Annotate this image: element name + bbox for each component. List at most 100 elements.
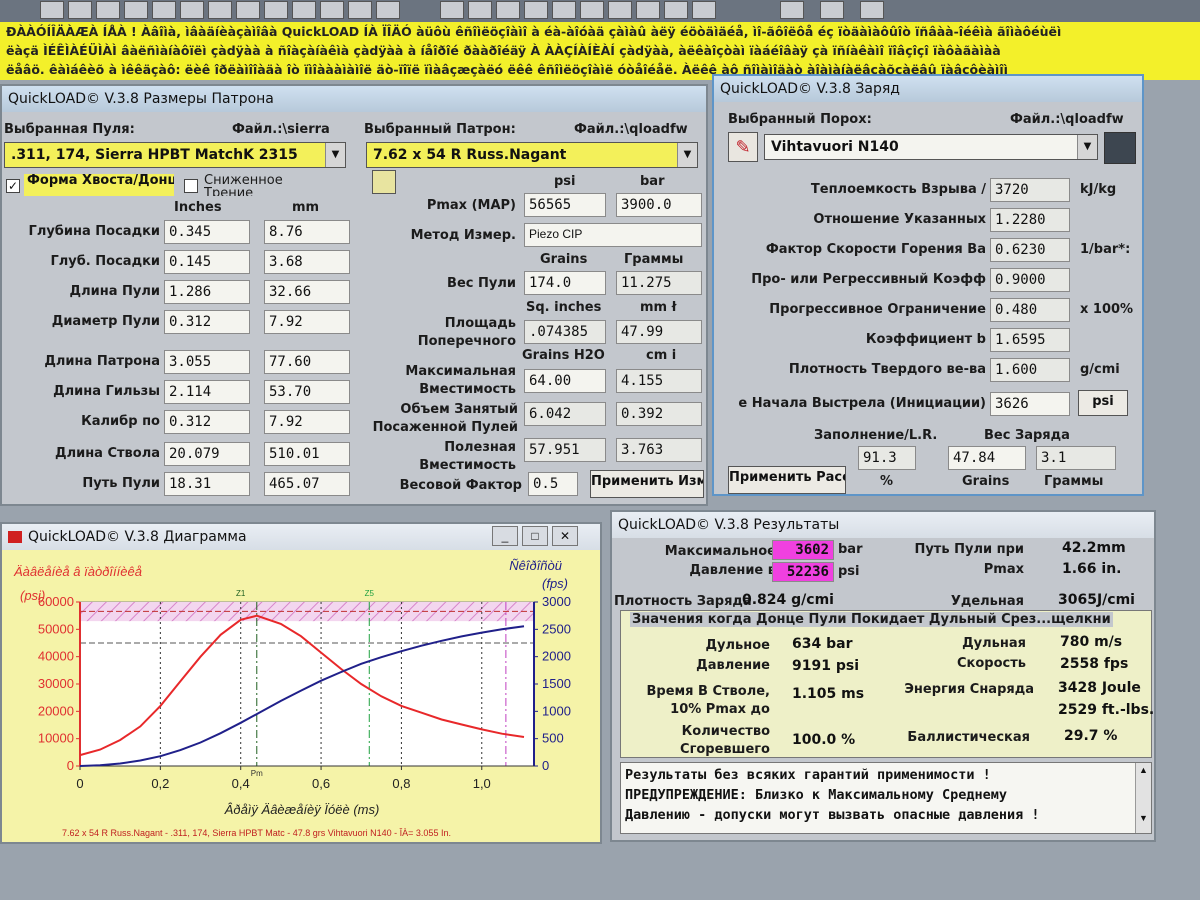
muzzle-pressure-label-2: Давление (696, 658, 770, 673)
dimension-inches-field[interactable]: 0.145 (164, 250, 250, 274)
toolbar-button[interactable] (780, 1, 804, 19)
toolbar-button[interactable] (820, 1, 844, 19)
toolbar-button[interactable] (348, 1, 372, 19)
toolbar-button[interactable] (376, 1, 400, 19)
unit-mm2: mm ł (640, 300, 677, 315)
toolbar-button[interactable] (580, 1, 604, 19)
psi-unit-button[interactable]: psi (1078, 390, 1128, 416)
useful-cm3-field: 3.763 (616, 438, 702, 462)
dimension-mm-field[interactable]: 7.92 (264, 310, 350, 334)
toolbar-button[interactable] (524, 1, 548, 19)
x-tick-label: 1,0 (473, 776, 491, 791)
close-button[interactable]: ✕ (552, 526, 578, 546)
pmax-bar-field[interactable]: 3900.0 (616, 193, 702, 217)
x-tick-label: 0,6 (312, 776, 330, 791)
maximize-button[interactable]: □ (522, 526, 548, 546)
dimension-mm-field[interactable]: 77.60 (264, 350, 350, 374)
toolbar-button[interactable] (96, 1, 120, 19)
toolbar-button[interactable] (496, 1, 520, 19)
bullet-weight-grains-field[interactable]: 174.0 (524, 271, 606, 295)
toolbar-button[interactable] (320, 1, 344, 19)
toolbar-button[interactable] (264, 1, 288, 19)
cartridge-select-value: 7.62 x 54 R Russ.Nagant (373, 147, 567, 163)
capacity-grains-field[interactable]: 64.00 (524, 369, 606, 393)
dimension-mm-field[interactable]: 3.68 (264, 250, 350, 274)
powder-select[interactable]: Vihtavuori N140 ▼ (764, 134, 1098, 160)
dimension-inches-field[interactable]: 0.345 (164, 220, 250, 244)
charge-param-field: 1.6595 (990, 328, 1070, 352)
dimension-inches-field[interactable]: 0.312 (164, 410, 250, 434)
message-scrollbar[interactable]: ▲ ▼ (1135, 763, 1151, 833)
minimize-button[interactable]: _ (492, 526, 518, 546)
dimension-mm-field[interactable]: 8.76 (264, 220, 350, 244)
load-density-label: Плотность Заряда (614, 594, 752, 609)
burnt-value: 100.0 % (792, 732, 856, 748)
toolbar-button[interactable] (552, 1, 576, 19)
toolbar-button[interactable] (40, 1, 64, 19)
message-line: ПРЕДУПРЕЖДЕНИЕ: Близко к Максимальному С… (625, 787, 1008, 803)
bullet-label: Выбранная Пуля: (4, 122, 135, 137)
charge-unit: g/cmi (1080, 362, 1120, 377)
chevron-down-icon[interactable]: ▼ (1077, 135, 1097, 159)
muzzle-velocity-ms: 780 m/s (1060, 634, 1123, 650)
x-tick-label: 0,2 (151, 776, 169, 791)
dimension-inches-field[interactable]: 18.31 (164, 472, 250, 496)
message-box[interactable]: Результаты без всяких гарантий применимо… (620, 762, 1152, 834)
toolbar-button[interactable] (440, 1, 464, 19)
y-right-tick-label: 2000 (542, 649, 571, 664)
charge-param-field: 1.2280 (990, 208, 1070, 232)
toolbar-button[interactable] (180, 1, 204, 19)
dimension-inches-field[interactable]: 0.312 (164, 310, 250, 334)
charge-grains-field[interactable]: 47.84 (948, 446, 1026, 470)
powder-icon[interactable]: ✎ (728, 132, 758, 162)
dimension-mm-field[interactable]: 7.92 (264, 410, 350, 434)
scroll-down-icon[interactable]: ▼ (1136, 813, 1151, 823)
toolbar-button[interactable] (468, 1, 492, 19)
toolbar-button[interactable] (68, 1, 92, 19)
bullet-select[interactable]: .311, 174, Sierra HPBT MatchK 2315 ▼ (4, 142, 346, 168)
toolbar-button[interactable] (208, 1, 232, 19)
boattail-label: Форма Хвоста/Донца (24, 174, 174, 196)
low-friction-label: Сниженное Трение (204, 174, 283, 196)
dimension-label: Глуб. Посадки (50, 254, 160, 269)
diagram-window: QuickLOAD© V.3.8 Диаграмма _ □ ✕ Äàâëåíè… (0, 522, 602, 844)
dimension-mm-field[interactable]: 53.70 (264, 380, 350, 404)
toolbar-button[interactable] (608, 1, 632, 19)
toolbar-button[interactable] (692, 1, 716, 19)
chevron-down-icon[interactable]: ▼ (677, 143, 697, 167)
apply-calc-button[interactable]: Применить Рассч (728, 466, 846, 494)
chevron-down-icon[interactable]: ▼ (325, 143, 345, 167)
toolbar-button[interactable] (664, 1, 688, 19)
charge-param-label: е Начала Выстрела (Инициации) (738, 396, 986, 411)
toolbar-button[interactable] (292, 1, 316, 19)
powder-label: Выбранный Порох: (728, 112, 872, 127)
weight-factor-field[interactable]: 0.5 (528, 472, 578, 496)
toolbar-button[interactable] (636, 1, 660, 19)
dimension-mm-field[interactable]: 510.01 (264, 442, 350, 466)
toolbar-button[interactable] (236, 1, 260, 19)
burnt-label-2: Сгоревшего (680, 742, 770, 757)
toolbar-button[interactable] (124, 1, 148, 19)
scroll-up-icon[interactable]: ▲ (1136, 765, 1151, 775)
charge-param-field: 3720 (990, 178, 1070, 202)
charge-param-field[interactable]: 3626 (990, 392, 1070, 416)
dimension-mm-field[interactable]: 32.66 (264, 280, 350, 304)
cartridge-select[interactable]: 7.62 x 54 R Russ.Nagant ▼ (366, 142, 698, 168)
dimension-inches-field[interactable]: 3.055 (164, 350, 250, 374)
occupied-cm3-field: 0.392 (616, 402, 702, 426)
dimension-inches-field[interactable]: 1.286 (164, 280, 250, 304)
apply-changes-button[interactable]: Применить Изменения (590, 470, 704, 498)
powder-image-icon[interactable] (1104, 132, 1136, 164)
toolbar-button[interactable] (860, 1, 884, 19)
dimension-mm-field[interactable]: 465.07 (264, 472, 350, 496)
toolbar-button[interactable] (152, 1, 176, 19)
y-right-tick-label: 500 (542, 731, 564, 746)
dimension-inches-field[interactable]: 2.114 (164, 380, 250, 404)
boattail-checkbox[interactable]: ✓ (6, 179, 20, 193)
dimension-inches-field[interactable]: 20.079 (164, 442, 250, 466)
weight-factor-label: Весовой Фактор (399, 478, 522, 493)
method-field[interactable]: Piezo CIP (524, 223, 702, 247)
cartridge-icon[interactable] (372, 170, 396, 194)
low-friction-checkbox[interactable] (184, 179, 198, 193)
pmax-psi-field[interactable]: 56565 (524, 193, 606, 217)
